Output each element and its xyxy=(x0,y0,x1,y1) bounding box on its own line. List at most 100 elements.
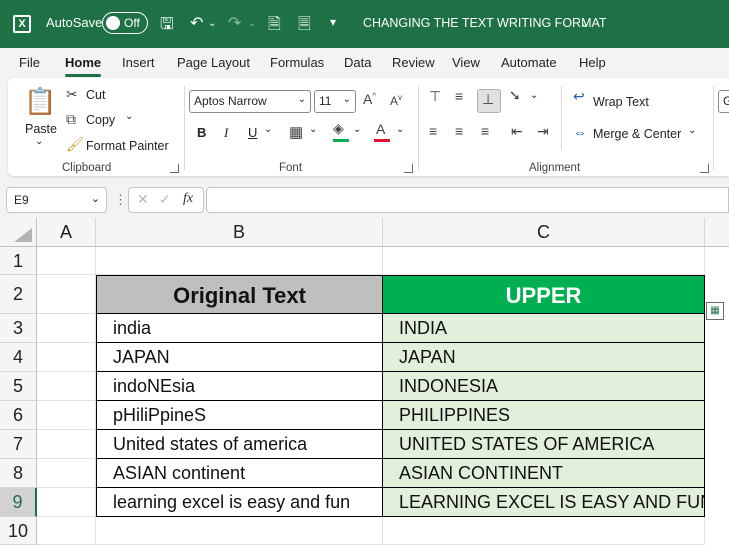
cell-original[interactable]: pHiliPpineS xyxy=(96,401,383,430)
increase-indent-icon[interactable]: ⇥ xyxy=(537,123,549,140)
italic-button[interactable]: I xyxy=(224,125,228,141)
tab-page-layout[interactable]: Page Layout xyxy=(177,55,250,70)
cut-icon[interactable]: ✂ xyxy=(66,86,78,103)
select-all-button[interactable] xyxy=(0,218,37,247)
header-cell-upper[interactable]: UPPER xyxy=(383,275,705,314)
align-right-icon[interactable]: ≡ xyxy=(481,123,489,139)
formula-input[interactable] xyxy=(206,187,729,213)
fill-color-icon[interactable]: ◈ xyxy=(333,120,344,137)
column-header-d[interactable] xyxy=(705,218,729,247)
header-cell-original-text[interactable]: Original Text xyxy=(96,275,383,314)
paste-icon[interactable]: 📋 xyxy=(24,86,56,117)
font-color-icon[interactable]: A xyxy=(376,121,385,137)
cell-upper[interactable]: LEARNING EXCEL IS EASY AND FUN xyxy=(383,488,705,517)
font-name-select[interactable]: Aptos Narrow ⌄ xyxy=(189,90,311,113)
top-align-icon[interactable]: ⊤ xyxy=(429,88,441,105)
row-header-5[interactable]: 5 xyxy=(0,372,37,401)
font-size-select[interactable]: 11 ⌄ xyxy=(314,90,356,113)
copy-icon[interactable]: ⧉ xyxy=(66,111,76,128)
decrease-font-size-icon[interactable]: Av xyxy=(390,93,402,108)
merge-center-icon[interactable]: ⇔ xyxy=(573,124,587,140)
row-header-1[interactable]: 1 xyxy=(0,247,37,275)
cell-upper[interactable]: INDONESIA xyxy=(383,372,705,401)
cell-original[interactable]: learning excel is easy and fun xyxy=(96,488,383,517)
column-header-b[interactable]: B xyxy=(96,218,383,247)
alignment-launcher-icon[interactable] xyxy=(700,164,709,173)
align-center-icon[interactable]: ≡ xyxy=(455,123,463,139)
more-options-icon[interactable]: ⋮ xyxy=(114,192,127,208)
document-title[interactable]: CHANGING THE TEXT WRITING FORMAT xyxy=(363,16,607,30)
cell-original[interactable]: indoNEsia xyxy=(96,372,383,401)
underline-button[interactable]: U xyxy=(248,125,257,140)
middle-align-icon[interactable]: ≡ xyxy=(455,88,463,104)
row-header-6[interactable]: 6 xyxy=(0,401,37,430)
font-color-dropdown-icon[interactable]: ⌄ xyxy=(396,124,404,135)
row-header-2[interactable]: 2 xyxy=(0,275,37,314)
row-header-9[interactable]: 9 xyxy=(0,488,37,517)
orientation-icon[interactable]: ➘ xyxy=(509,87,521,104)
tab-home[interactable]: Home xyxy=(65,55,101,70)
tab-file[interactable]: File xyxy=(19,55,40,70)
enter-icon[interactable]: ✓ xyxy=(159,191,171,208)
cell-a6[interactable] xyxy=(37,401,96,430)
cell-upper[interactable]: JAPAN xyxy=(383,343,705,372)
form-icon[interactable]: 🗎 xyxy=(268,13,281,40)
copy-dropdown-icon[interactable]: ⌄ xyxy=(125,111,133,122)
cell-upper[interactable]: UNITED STATES OF AMERICA xyxy=(383,430,705,459)
cell-original[interactable]: ASIAN continent xyxy=(96,459,383,488)
column-header-a[interactable]: A xyxy=(37,218,96,247)
row-header-7[interactable]: 7 xyxy=(0,430,37,459)
orientation-dropdown-icon[interactable]: ⌄ xyxy=(530,90,538,101)
quick-analysis-icon[interactable]: ▦ xyxy=(706,302,724,320)
wrap-text-icon[interactable]: ↩ xyxy=(573,88,585,105)
cancel-icon[interactable]: ✕ xyxy=(137,191,149,208)
cut-button[interactable]: Cut xyxy=(86,88,105,102)
bold-button[interactable]: B xyxy=(197,125,206,140)
autosave-toggle[interactable]: Off xyxy=(102,12,148,34)
wrap-text-button[interactable]: Wrap Text xyxy=(593,95,649,109)
format-painter-icon[interactable]: 🖌 xyxy=(66,136,84,153)
align-left-icon[interactable]: ≡ xyxy=(429,123,437,139)
cell-a5[interactable] xyxy=(37,372,96,401)
clipboard-launcher-icon[interactable] xyxy=(170,164,179,173)
row-header-10[interactable]: 10 xyxy=(0,517,37,545)
number-format-select[interactable]: G xyxy=(718,90,729,113)
cell-a1[interactable] xyxy=(37,247,96,275)
cell-a2[interactable] xyxy=(37,275,96,314)
merge-dropdown-icon[interactable]: ⌄ xyxy=(688,125,696,136)
cell-original[interactable]: JAPAN xyxy=(96,343,383,372)
merge-center-button[interactable]: Merge & Center xyxy=(593,127,681,141)
row-header-4[interactable]: 4 xyxy=(0,343,37,372)
cell-b1[interactable] xyxy=(96,247,383,275)
undo-icon[interactable]: ↶ xyxy=(190,13,203,33)
customize-toolbar-icon[interactable]: ▾ xyxy=(330,15,336,29)
title-chevron-down-icon[interactable]: ⌄ xyxy=(580,17,589,30)
undo-dropdown-icon[interactable]: ⌄ xyxy=(208,18,216,29)
tab-insert[interactable]: Insert xyxy=(122,55,155,70)
paste-button[interactable]: Paste xyxy=(25,122,57,136)
increase-font-size-icon[interactable]: A^ xyxy=(363,91,376,107)
borders-icon[interactable]: ▦ xyxy=(289,123,303,141)
tab-help[interactable]: Help xyxy=(579,55,606,70)
tab-view[interactable]: View xyxy=(452,55,480,70)
copy-button[interactable]: Copy xyxy=(86,113,115,127)
row-header-3[interactable]: 3 xyxy=(0,314,37,343)
cell-a10[interactable] xyxy=(37,517,96,545)
new-document-icon[interactable]: 🗏 xyxy=(298,13,311,40)
tab-data[interactable]: Data xyxy=(344,55,371,70)
cell-c10[interactable] xyxy=(383,517,705,545)
bottom-align-button[interactable]: ⊥ xyxy=(477,89,501,113)
paste-dropdown-icon[interactable]: ⌄ xyxy=(35,136,43,147)
cell-a9[interactable] xyxy=(37,488,96,517)
tab-automate[interactable]: Automate xyxy=(501,55,557,70)
column-header-c[interactable]: C xyxy=(383,218,705,247)
cell-original[interactable]: United states of america xyxy=(96,430,383,459)
cell-upper[interactable]: PHILIPPINES xyxy=(383,401,705,430)
cell-original[interactable]: india xyxy=(96,314,383,343)
cell-a7[interactable] xyxy=(37,430,96,459)
tab-formulas[interactable]: Formulas xyxy=(270,55,324,70)
decrease-indent-icon[interactable]: ⇤ xyxy=(511,123,523,140)
cell-a3[interactable] xyxy=(37,314,96,343)
format-painter-button[interactable]: Format Painter xyxy=(86,139,169,153)
redo-icon[interactable]: ↷ xyxy=(228,13,241,33)
